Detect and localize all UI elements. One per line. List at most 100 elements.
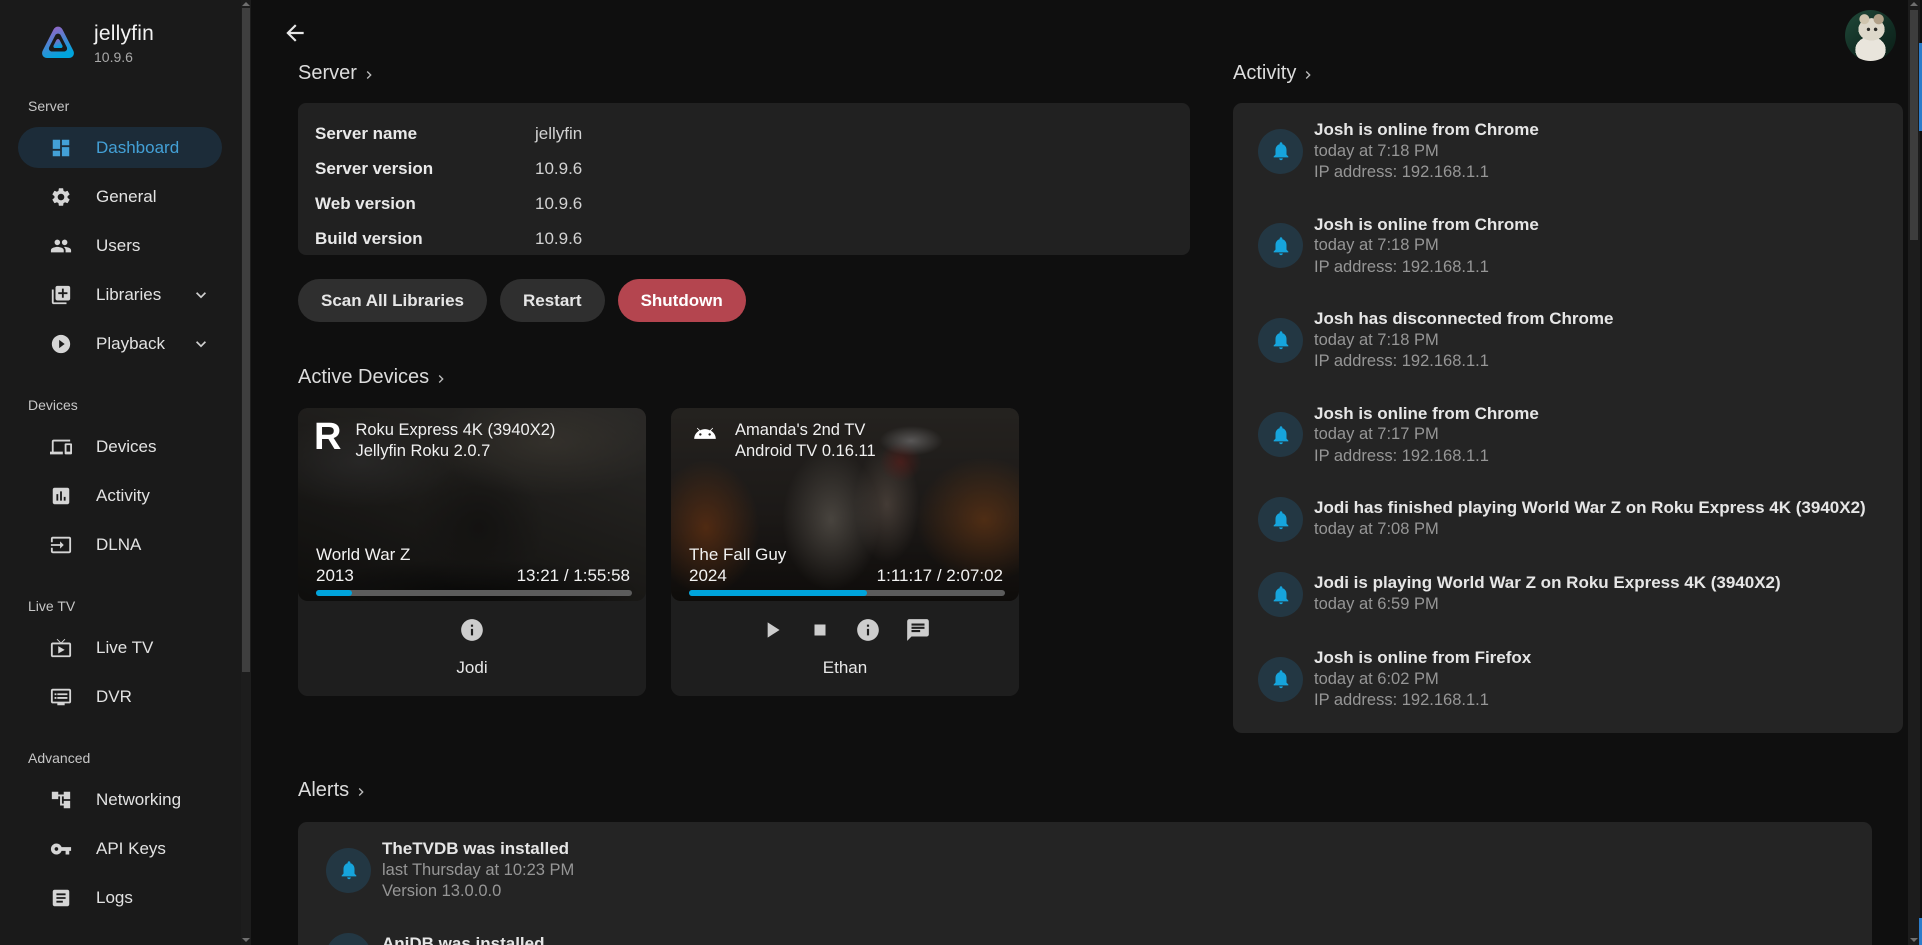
restart-button[interactable]: Restart [500,279,605,322]
activity-title: Activity [1233,62,1296,85]
info-icon[interactable] [459,617,485,643]
user-avatar[interactable] [1845,10,1896,61]
alerts-panel: TheTVDB was installed last Thursday at 1… [298,822,1872,945]
alerts-section-link[interactable]: Alerts [298,779,369,802]
sidebar-section-live-tv: Live TV [0,597,241,615]
message-icon[interactable] [905,617,931,643]
jellyfin-logo-icon [38,22,78,64]
stop-icon[interactable] [809,619,831,641]
app-brand: jellyfin 10.9.6 [0,0,241,65]
device-controls: Ethan [671,601,1019,696]
bell-badge [326,848,371,893]
scroll-down-arrow-icon[interactable] [242,938,250,942]
scroll-up-arrow-icon[interactable] [242,2,250,6]
sidebar-item-api-keys[interactable]: API Keys [0,824,241,873]
server-name-value: jellyfin [535,124,582,144]
device-controls: Jodi [298,601,646,696]
device-name: Amanda's 2nd TV [735,420,876,441]
info-icon[interactable] [855,617,881,643]
sidebar-section-devices: Devices [0,396,241,414]
server-info-row: Build version 10.9.6 [315,221,1190,256]
logs-icon [50,887,72,909]
activity-section-link[interactable]: Activity [1233,62,1316,85]
sidebar-item-logs[interactable]: Logs [0,873,241,922]
server-version-value: 10.9.6 [535,159,582,179]
chevron-right-icon [1300,67,1316,83]
back-arrow-icon [282,20,308,46]
sidebar-scrollbar[interactable] [241,0,251,945]
play-icon[interactable] [759,617,785,643]
active-devices-link[interactable]: Active Devices [298,366,449,389]
scroll-up-arrow-icon[interactable] [1910,2,1918,6]
playback-progress-bar [689,590,1005,596]
server-section-link[interactable]: Server [298,62,377,85]
sidebar-item-playback[interactable]: Playback [0,319,241,368]
client-version: Jellyfin Roku 2.0.7 [355,441,555,462]
activity-item: Josh is online from Chrome today at 7:18… [1258,214,1883,279]
page-scrollbar-thumb[interactable] [1910,10,1918,240]
sidebar-item-libraries[interactable]: Libraries [0,270,241,319]
playback-time: 13:21 / 1:55:58 [517,566,630,586]
activity-item: Josh is online from Chrome today at 7:18… [1258,119,1883,184]
active-device-card-roku[interactable]: R Roku Express 4K (3940X2) Jellyfin Roku… [298,408,646,696]
roku-icon: R [314,420,341,462]
web-version-label: Web version [315,194,535,214]
android-icon [687,423,723,453]
playback-progress-bar [316,590,632,596]
active-device-card-android-tv[interactable]: Amanda's 2nd TV Android TV 0.16.11 The F… [671,408,1019,696]
bell-badge [1258,657,1303,702]
activity-item: Josh is online from Firefox today at 6:0… [1258,647,1883,712]
build-version-label: Build version [315,229,535,249]
now-playing-backdrop-the-fall-guy: Amanda's 2nd TV Android TV 0.16.11 The F… [671,408,1019,601]
bell-badge [1258,412,1303,457]
activity-panel: Josh is online from Chrome today at 7:18… [1233,103,1903,733]
web-version-value: 10.9.6 [535,194,582,214]
activity-item: Jodi is playing World War Z on Roku Expr… [1258,572,1883,617]
back-button[interactable] [282,18,312,48]
build-version-value: 10.9.6 [535,229,582,249]
networking-icon [50,789,72,811]
active-devices-title: Active Devices [298,366,429,389]
bell-badge [1258,497,1303,542]
activity-icon [50,485,72,507]
now-playing-backdrop-world-war-z: R Roku Express 4K (3940X2) Jellyfin Roku… [298,408,646,601]
sidebar-item-dvr[interactable]: DVR [0,672,241,721]
shutdown-button[interactable]: Shutdown [618,279,746,322]
page-scrollbar[interactable] [1908,0,1920,945]
dvr-icon [50,686,72,708]
bell-icon [1270,424,1292,446]
playback-icon [50,333,72,355]
sidebar: jellyfin 10.9.6 Server Dashboard General… [0,0,241,945]
sidebar-item-general[interactable]: General [0,172,241,221]
dashboard-main: Server Server name jellyfin Server versi… [251,0,1922,945]
sidebar-item-devices[interactable]: Devices [0,422,241,471]
scan-all-libraries-button[interactable]: Scan All Libraries [298,279,487,322]
sidebar-item-dlna[interactable]: DLNA [0,520,241,569]
server-info-card: Server name jellyfin Server version 10.9… [298,103,1190,255]
session-user: Jodi [298,658,646,678]
sidebar-item-activity[interactable]: Activity [0,471,241,520]
device-name: Roku Express 4K (3940X2) [355,420,555,441]
bell-badge [326,933,371,945]
bell-icon [1270,668,1292,690]
media-title: The Fall Guy [689,544,786,565]
sidebar-item-users[interactable]: Users [0,221,241,270]
sidebar-item-dashboard[interactable]: Dashboard [0,123,241,172]
client-version: Android TV 0.16.11 [735,441,876,462]
sidebar-scrollbar-thumb[interactable] [242,8,250,672]
bell-icon [1270,584,1292,606]
sidebar-item-networking[interactable]: Networking [0,775,241,824]
active-devices-row: R Roku Express 4K (3940X2) Jellyfin Roku… [298,408,1044,696]
chevron-down-icon[interactable] [191,285,211,305]
bell-icon [1270,509,1292,531]
sidebar-item-live-tv[interactable]: Live TV [0,623,241,672]
server-info-row: Server name jellyfin [315,116,1190,151]
scroll-down-arrow-icon[interactable] [1910,938,1918,942]
activity-item: Jodi has finished playing World War Z on… [1258,497,1883,542]
sidebar-section-server: Server [0,97,241,115]
bell-icon [338,859,360,881]
media-year: 2013 [316,565,410,586]
chevron-down-icon[interactable] [191,334,211,354]
api-keys-icon [50,838,72,860]
chevron-right-icon [433,371,449,387]
